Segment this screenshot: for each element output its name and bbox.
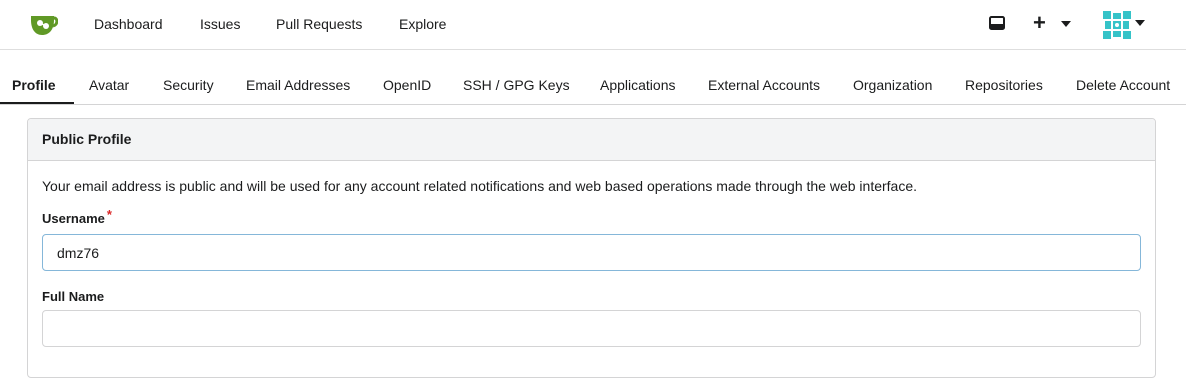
tab-delete-account[interactable]: Delete Account xyxy=(1076,77,1170,93)
username-input[interactable] xyxy=(42,234,1141,271)
required-asterisk: * xyxy=(106,207,112,222)
panel-header: Public Profile xyxy=(28,119,1155,161)
nav-issues[interactable]: Issues xyxy=(200,16,240,32)
nav-dashboard[interactable]: Dashboard xyxy=(94,16,163,32)
tab-profile[interactable]: Profile xyxy=(12,77,56,93)
tab-openid[interactable]: OpenID xyxy=(383,77,431,93)
tab-email-addresses[interactable]: Email Addresses xyxy=(246,77,350,93)
logo-icon[interactable] xyxy=(28,12,58,38)
inbox-icon[interactable] xyxy=(989,15,1005,31)
user-menu-chevron-down-icon[interactable] xyxy=(1135,20,1145,26)
email-public-notice: Your email address is public and will be… xyxy=(42,178,918,194)
active-tab-indicator xyxy=(0,102,74,104)
tab-avatar[interactable]: Avatar xyxy=(89,77,129,93)
avatar-icon[interactable] xyxy=(1103,11,1131,39)
full-name-input[interactable] xyxy=(42,310,1141,347)
tab-external-accounts[interactable]: External Accounts xyxy=(708,77,820,93)
tab-ssh-gpg-keys[interactable]: SSH / GPG Keys xyxy=(463,77,570,93)
tab-security[interactable]: Security xyxy=(163,77,214,93)
tab-organization[interactable]: Organization xyxy=(853,77,932,93)
settings-tabs: Profile Avatar Security Email Addresses … xyxy=(0,51,1186,105)
nav-explore[interactable]: Explore xyxy=(399,16,446,32)
username-label: Username * xyxy=(42,207,112,226)
tab-repositories[interactable]: Repositories xyxy=(965,77,1043,93)
plus-icon[interactable]: + xyxy=(1033,12,1049,34)
nav-pull-requests[interactable]: Pull Requests xyxy=(276,16,362,32)
panel-title: Public Profile xyxy=(42,131,132,147)
tab-applications[interactable]: Applications xyxy=(600,77,676,93)
create-menu-chevron-down-icon[interactable] xyxy=(1061,21,1071,27)
top-navbar: Dashboard Issues Pull Requests Explore + xyxy=(0,0,1186,50)
public-profile-panel: Public Profile Your email address is pub… xyxy=(27,118,1156,378)
full-name-label: Full Name xyxy=(42,289,105,304)
username-label-text: Username xyxy=(42,211,105,226)
